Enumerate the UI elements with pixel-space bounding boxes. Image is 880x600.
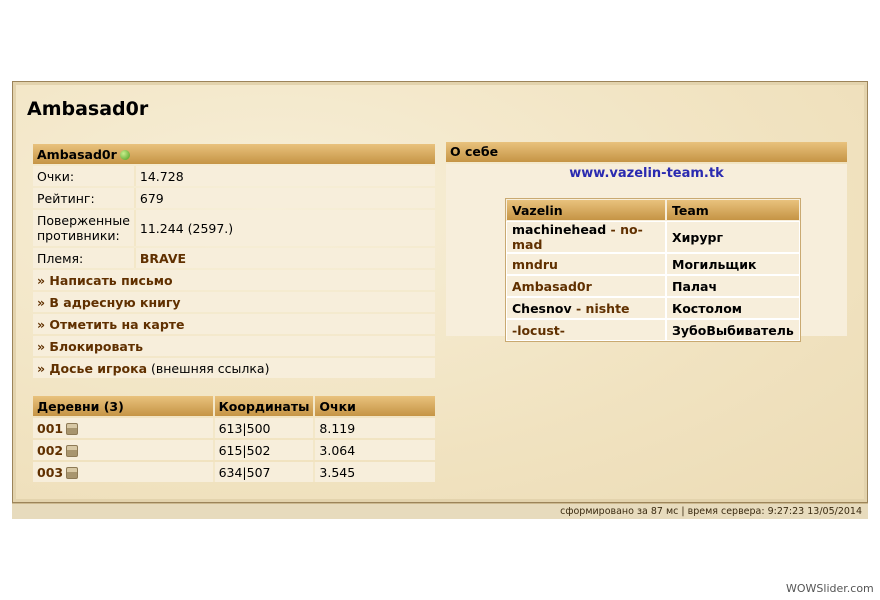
mark-on-map-link[interactable]: » Отметить на карте xyxy=(37,317,185,332)
add-to-addressbook-link[interactable]: » В адресную книгу xyxy=(37,295,181,310)
points-value: 14.728 xyxy=(135,166,435,186)
table-row: 002 615|502 3.064 xyxy=(33,440,435,460)
player-dossier-link[interactable]: » Досье игрока xyxy=(37,361,147,376)
village-points: 3.064 xyxy=(315,440,435,460)
member-separator: - xyxy=(606,222,621,237)
watermark-text: WOWSlider.com xyxy=(786,582,874,595)
member-role: Палач xyxy=(666,275,800,297)
village-link[interactable]: 001 xyxy=(37,421,63,436)
table-row: machinehead - no-mad Хирург xyxy=(506,221,800,253)
online-status-icon xyxy=(119,150,130,160)
profile-row-defeated: Поверженные противники: 11.244 (2597.) xyxy=(33,210,435,246)
villages-header: Деревни (3) xyxy=(33,396,215,416)
village-link[interactable]: 002 xyxy=(37,443,63,458)
member-separator: - xyxy=(571,300,586,316)
member-role: Могильщик xyxy=(666,253,800,275)
rating-label: Рейтинг: xyxy=(33,188,136,208)
team-website-link[interactable]: www.vazelin-team.tk xyxy=(446,166,847,181)
member-name: machinehead xyxy=(512,222,607,237)
tribe-label: Племя: xyxy=(33,248,136,268)
member-name-link[interactable]: Ambasad0r xyxy=(512,279,592,294)
member-name: Chesnov xyxy=(512,300,572,316)
village-coords: 615|502 xyxy=(214,440,316,460)
member-role: Хирург xyxy=(666,221,800,253)
external-link-note: (внешняя ссылка) xyxy=(147,360,270,376)
table-row: -locust- ЗубоВыбиватель xyxy=(506,319,800,341)
village-icon xyxy=(66,467,79,479)
member-name-link[interactable]: mndru xyxy=(512,257,558,272)
village-coords: 634|507 xyxy=(214,462,316,482)
table-row: Chesnov - nishte Костолом xyxy=(506,297,800,319)
table-row: 001 613|500 8.119 xyxy=(33,418,435,438)
village-icon xyxy=(66,423,79,435)
about-header: О себе xyxy=(446,142,847,162)
block-player-link[interactable]: » Блокировать xyxy=(37,339,143,354)
rating-value: 679 xyxy=(135,188,435,208)
member-alt-link[interactable]: nishte xyxy=(586,301,630,316)
member-role: ЗубоВыбиватель xyxy=(666,319,800,341)
table-row: Ambasad0r Палач xyxy=(506,275,800,297)
profile-row-points: Очки: 14.728 xyxy=(33,166,435,186)
profile-table: Ambasad0r Очки: 14.728 Рейтинг: 679 Пове… xyxy=(33,142,435,380)
village-points-header: Очки xyxy=(315,396,435,416)
tribe-link[interactable]: BRAVE xyxy=(140,251,186,266)
village-coords: 613|500 xyxy=(214,418,316,438)
send-message-link[interactable]: » Написать письмо xyxy=(37,273,173,288)
table-row: 003 634|507 3.545 xyxy=(33,462,435,482)
member-role: Костолом xyxy=(666,297,800,319)
server-footer: сформировано за 87 мс | время сервера: 9… xyxy=(12,503,868,519)
coords-header: Координаты xyxy=(214,396,316,416)
team-header-team: Team xyxy=(666,199,800,221)
village-icon xyxy=(66,445,79,457)
defeated-label: Поверженные противники: xyxy=(33,210,136,246)
villages-table: Деревни (3) Координаты Очки 001 613|500 … xyxy=(33,394,435,484)
profile-row-tribe: Племя: BRAVE xyxy=(33,248,435,268)
team-header-vazelin: Vazelin xyxy=(506,199,666,221)
page-title: Ambasad0r xyxy=(27,98,149,120)
defeated-value: 11.244 (2597.) xyxy=(135,210,435,246)
profile-header: Ambasad0r xyxy=(33,144,435,164)
profile-header-name: Ambasad0r xyxy=(37,146,117,162)
village-points: 3.545 xyxy=(315,462,435,482)
points-label: Очки: xyxy=(33,166,136,186)
profile-row-rating: Рейтинг: 679 xyxy=(33,188,435,208)
village-points: 8.119 xyxy=(315,418,435,438)
village-link[interactable]: 003 xyxy=(37,465,63,480)
table-row: mndru Могильщик xyxy=(506,253,800,275)
member-name-link[interactable]: -locust- xyxy=(512,323,565,338)
team-table: Vazelin Team machinehead - no-mad Хирург… xyxy=(505,198,801,342)
